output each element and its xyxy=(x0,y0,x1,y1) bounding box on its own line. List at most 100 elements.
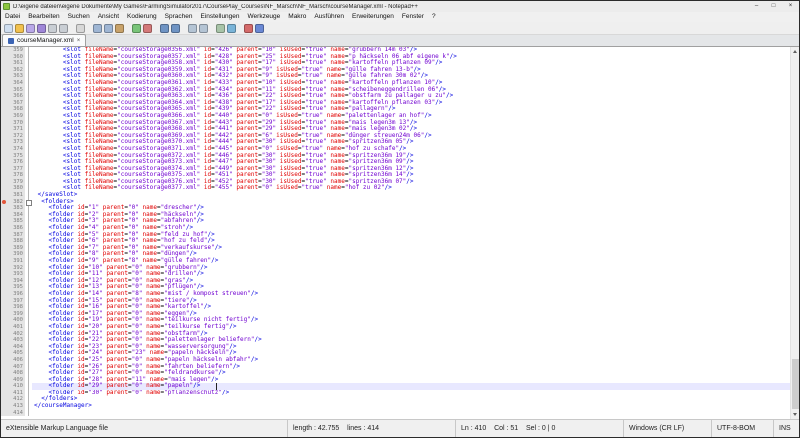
fold-margin xyxy=(25,166,32,173)
bookmark-marker xyxy=(1,199,6,206)
copy-icon[interactable] xyxy=(104,24,113,33)
fold-margin xyxy=(25,225,32,232)
maximize-button[interactable]: □ xyxy=(765,1,782,12)
menu-item-erweiterungen[interactable]: Erweiterungen xyxy=(348,12,398,22)
tab-label: courseManager.xml xyxy=(17,37,74,44)
bookmark-margin xyxy=(1,304,6,311)
line-number: 412 xyxy=(6,396,25,403)
line-number: 399 xyxy=(6,311,25,318)
scroll-down-arrow[interactable] xyxy=(791,410,799,419)
status-insert-mode[interactable]: INS xyxy=(773,420,799,437)
fold-margin xyxy=(25,298,32,305)
code-line[interactable]: 411 <folder id="30" parent="0" name="pfl… xyxy=(1,390,790,397)
bookmark-margin xyxy=(1,54,6,61)
line-number: 390 xyxy=(6,251,25,258)
fold-margin xyxy=(25,364,32,371)
status-encoding[interactable]: UTF-8-BOM xyxy=(711,420,773,437)
bookmark-margin xyxy=(1,218,6,225)
new-file-icon[interactable] xyxy=(4,24,13,33)
cut-icon[interactable] xyxy=(93,24,102,33)
menu-item-makro[interactable]: Makro xyxy=(284,12,310,22)
tab-bar: courseManager.xml × xyxy=(1,35,799,47)
menu-item-suchen[interactable]: Suchen xyxy=(64,12,94,22)
find-icon[interactable] xyxy=(160,24,169,33)
save-icon[interactable] xyxy=(26,24,35,33)
line-number: 397 xyxy=(6,298,25,305)
menu-item-fenster[interactable]: Fenster xyxy=(398,12,428,22)
bookmark-margin xyxy=(1,73,6,80)
toolbar-separator xyxy=(210,24,214,33)
undo-icon[interactable] xyxy=(132,24,141,33)
print-icon[interactable] xyxy=(76,24,85,33)
bookmark-margin xyxy=(1,60,6,67)
menu-item-einstellungen[interactable]: Einstellungen xyxy=(196,12,243,22)
record-macro-icon[interactable] xyxy=(244,24,253,33)
editor[interactable]: 359 <slot fileName="courseStorage0356.xm… xyxy=(1,47,799,419)
redo-icon[interactable] xyxy=(143,24,152,33)
zoom-out-icon[interactable] xyxy=(199,24,208,33)
menu-item-datei[interactable]: Datei xyxy=(1,12,24,22)
code-text: <folder id="30" parent="0" name="pflanze… xyxy=(32,390,790,397)
bookmark-margin xyxy=(1,93,6,100)
bookmark-margin xyxy=(1,344,6,351)
tab-coursemanager-xml[interactable]: courseManager.xml × xyxy=(2,34,86,46)
code-line[interactable]: 414 xyxy=(1,410,790,417)
paste-icon[interactable] xyxy=(115,24,124,33)
fold-margin xyxy=(25,100,32,107)
tab-close-icon[interactable]: × xyxy=(77,38,81,44)
line-number: 365 xyxy=(6,87,25,94)
minimize-button[interactable]: – xyxy=(748,1,765,12)
fold-margin xyxy=(25,60,32,67)
scroll-up-arrow[interactable] xyxy=(791,47,799,56)
toolbar-separator xyxy=(126,24,130,33)
menu-item-ansicht[interactable]: Ansicht xyxy=(94,12,123,22)
save-all-icon[interactable] xyxy=(37,24,46,33)
fold-margin xyxy=(25,403,32,410)
fold-margin xyxy=(25,304,32,311)
menu-item-kodierung[interactable]: Kodierung xyxy=(123,12,161,22)
open-file-icon[interactable] xyxy=(15,24,24,33)
word-wrap-icon[interactable] xyxy=(216,24,225,33)
scrollbar-thumb[interactable] xyxy=(792,359,799,409)
bookmark-margin xyxy=(1,317,6,324)
line-number: 371 xyxy=(6,126,25,133)
bookmark-margin xyxy=(1,47,6,54)
bookmark-margin xyxy=(1,205,6,212)
show-all-characters-icon[interactable] xyxy=(227,24,236,33)
menu-item-werkzeuge[interactable]: Werkzeuge xyxy=(244,12,285,22)
menu-item-help[interactable]: ? xyxy=(428,12,440,22)
menu-item-sprachen[interactable]: Sprachen xyxy=(161,12,197,22)
code-line[interactable]: 380 <slot fileName="courseStorage0377.xm… xyxy=(1,185,790,192)
fold-margin xyxy=(25,159,32,166)
bookmark-margin xyxy=(1,120,6,127)
code-line[interactable]: 412 </folders> xyxy=(1,396,790,403)
fold-margin xyxy=(25,291,32,298)
zoom-in-icon[interactable] xyxy=(188,24,197,33)
line-number: 393 xyxy=(6,271,25,278)
fold-margin xyxy=(25,410,32,417)
menu-item-ausfhren[interactable]: Ausführen xyxy=(310,12,348,22)
code-line[interactable]: 381 </saveSlot> xyxy=(1,192,790,199)
line-number: 406 xyxy=(6,357,25,364)
bookmark-margin xyxy=(1,331,6,338)
toolbar-separator xyxy=(70,24,74,33)
code-line[interactable]: 413</courseManager> xyxy=(1,403,790,410)
fold-margin xyxy=(25,337,32,344)
line-number: 384 xyxy=(6,212,25,219)
vertical-scrollbar[interactable] xyxy=(790,47,799,419)
close-button[interactable]: × xyxy=(782,1,799,12)
fold-toggle-icon[interactable] xyxy=(25,199,32,206)
replace-icon[interactable] xyxy=(171,24,180,33)
close-file-icon[interactable] xyxy=(48,24,57,33)
bookmark-margin xyxy=(1,159,6,166)
fold-margin xyxy=(25,47,32,54)
line-number: 382 xyxy=(6,199,25,206)
status-eol-format[interactable]: Windows (CR LF) xyxy=(623,420,711,437)
line-number: 387 xyxy=(6,232,25,239)
current-code-line[interactable]: 410 <folder id="29" parent="0" name="pap… xyxy=(1,383,790,390)
bookmark-margin xyxy=(1,410,6,417)
play-macro-icon[interactable] xyxy=(255,24,264,33)
menu-item-bearbeiten[interactable]: Bearbeiten xyxy=(24,12,63,22)
bookmark-margin xyxy=(1,126,6,133)
close-all-icon[interactable] xyxy=(59,24,68,33)
